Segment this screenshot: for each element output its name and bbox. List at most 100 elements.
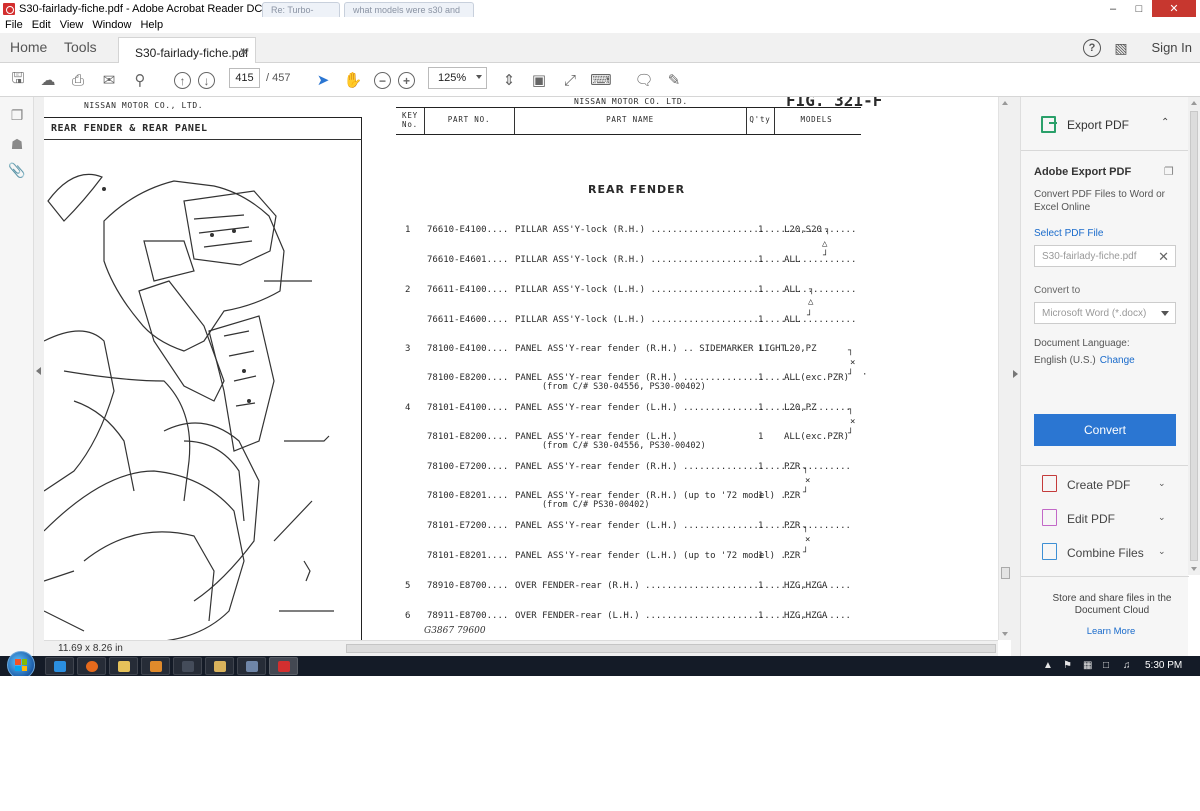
selected-file-name: S30-fairlady-fiche.pdf <box>1042 251 1137 262</box>
maximize-button[interactable]: □ <box>1126 0 1152 17</box>
page-number-input[interactable]: 415 <box>229 68 260 88</box>
scroll-up-icon[interactable] <box>1191 101 1197 105</box>
page-total: / 457 <box>266 72 291 84</box>
collapse-right-pane-button[interactable] <box>1011 97 1020 656</box>
learn-more-link[interactable]: Learn More <box>1021 626 1200 637</box>
selected-file-field[interactable]: S30-fairlady-fiche.pdf ✕ <box>1034 245 1176 267</box>
taskbar-file-explorer[interactable] <box>109 657 138 675</box>
handwritten-note: G3867 79600 <box>424 626 486 636</box>
convert-format-value: Microsoft Word (*.docx) <box>1042 308 1147 319</box>
taskbar-clock[interactable]: 5:30 PM <box>1145 660 1182 671</box>
taskbar-acrobat-reader[interactable] <box>269 657 298 675</box>
comment-icon[interactable]: 🗨 <box>634 70 654 90</box>
fit-page-icon[interactable]: ▣ <box>529 70 549 90</box>
page-size-readout: 11.69 x 8.26 in <box>58 643 123 654</box>
save-icon[interactable]: 🖫 <box>8 70 28 90</box>
next-page-icon[interactable]: ↓ <box>198 72 215 89</box>
bookmark-icon[interactable]: ☗ <box>9 135 25 153</box>
close-button[interactable]: ✕ <box>1152 0 1196 17</box>
clear-file-icon[interactable]: ✕ <box>1158 249 1169 265</box>
rear-fender-exploded-drawing <box>44 173 334 640</box>
print-icon[interactable]: ⎙ <box>68 70 88 90</box>
keyboard-icon[interactable]: ⌨ <box>590 70 612 90</box>
close-tab-icon[interactable]: ✕ <box>239 45 249 59</box>
horizontal-scroll-thumb[interactable] <box>346 644 996 653</box>
menu-bar: File Edit View Window Help <box>0 17 1200 33</box>
previous-page-icon[interactable]: ↑ <box>174 72 191 89</box>
document-horizontal-scrollbar[interactable] <box>44 640 998 656</box>
menu-help[interactable]: Help <box>140 19 163 31</box>
zoom-dropdown[interactable]: 125% <box>428 67 487 89</box>
scroll-down-icon[interactable] <box>1002 632 1008 636</box>
arrow-right-icon <box>1013 370 1018 378</box>
export-pdf-header[interactable]: Export PDF ⌃ <box>1021 97 1189 151</box>
adobe-export-title: Adobe Export PDF <box>1034 166 1132 178</box>
export-description: Convert PDF Files to Word or Excel Onlin… <box>1034 189 1165 213</box>
document-viewport[interactable]: NISSAN MOTOR CO., LTD. REAR FENDER & REA… <box>44 97 998 640</box>
column-models: MODELS <box>800 115 833 124</box>
fullscreen-icon[interactable]: ⤢ <box>560 70 580 90</box>
taskbar-app-window[interactable] <box>237 657 266 675</box>
zoom-value: 125% <box>438 72 467 84</box>
mobile-link-icon[interactable]: ▧ <box>1112 39 1130 57</box>
zoom-in-icon[interactable]: + <box>398 72 415 89</box>
attachment-icon[interactable]: 📎 <box>8 161 25 179</box>
menu-view[interactable]: View <box>60 19 84 31</box>
scroll-up-icon[interactable] <box>1002 101 1008 105</box>
taskbar-folder[interactable] <box>205 657 234 675</box>
document-language-label: Document Language: <box>1034 338 1130 349</box>
document-vertical-scrollbar[interactable] <box>998 97 1011 640</box>
volume-icon[interactable]: ♫ <box>1123 660 1131 671</box>
tab-bar: Home Tools S30-fairlady-fiche.pdf ✕ ? ▧ … <box>0 33 1200 63</box>
scroll-down-icon[interactable] <box>1191 567 1197 571</box>
display-icon[interactable]: □ <box>1103 660 1109 671</box>
show-hidden-icons[interactable]: ▲ <box>1043 660 1053 671</box>
scroll-mode-icon[interactable]: ⇕ <box>499 70 519 90</box>
minimize-button[interactable]: – <box>1100 0 1126 17</box>
scroll-thumb[interactable] <box>1190 111 1198 561</box>
convert-button[interactable]: Convert <box>1034 414 1176 446</box>
right-pane-scrollbar[interactable] <box>1188 97 1200 575</box>
windows-logo-icon <box>15 659 27 671</box>
page-header-right: NISSAN MOTOR CO. LTD. <box>574 97 688 106</box>
copy-icon[interactable]: ❐ <box>1164 165 1174 178</box>
taskbar-firefox[interactable] <box>77 657 106 675</box>
action-center-flag-icon[interactable]: ⚑ <box>1063 660 1072 671</box>
highlight-pen-icon[interactable]: ✎ <box>664 70 684 90</box>
menu-window[interactable]: Window <box>92 19 131 31</box>
left-navigation-pane: ❐ ☗ 📎 <box>0 97 34 656</box>
tool-edit-pdf[interactable]: Edit PDF ⌄ <box>1021 505 1189 531</box>
tab-document[interactable]: S30-fairlady-fiche.pdf ✕ <box>118 37 256 63</box>
hand-tool-icon[interactable]: ✋ <box>343 70 363 90</box>
change-language-link[interactable]: Change <box>1100 355 1135 366</box>
zoom-out-icon[interactable]: − <box>374 72 391 89</box>
menu-edit[interactable]: Edit <box>32 19 51 31</box>
page-thumbnails-icon[interactable]: ❐ <box>9 106 25 124</box>
sign-in-link[interactable]: Sign In <box>1152 40 1192 55</box>
tool-create-pdf[interactable]: Create PDF ⌄ <box>1021 471 1189 497</box>
start-button[interactable] <box>7 651 35 676</box>
create-pdf-icon <box>1042 475 1057 492</box>
chevron-up-icon[interactable]: ⌃ <box>1161 117 1169 128</box>
column-part-name: PART NAME <box>606 115 654 124</box>
taskbar-internet-explorer[interactable] <box>45 657 74 675</box>
taskbar-app-window[interactable] <box>173 657 202 675</box>
arrow-left-icon <box>36 367 41 375</box>
email-icon[interactable]: ✉ <box>99 70 119 90</box>
tab-tools[interactable]: Tools <box>64 39 97 55</box>
tool-combine-files[interactable]: Combine Files ⌄ <box>1021 539 1189 565</box>
collapse-left-pane-button[interactable] <box>34 97 44 656</box>
scroll-thumb[interactable] <box>1001 567 1010 579</box>
select-pointer-icon[interactable]: ➤ <box>313 70 333 90</box>
help-icon[interactable]: ? <box>1083 39 1101 57</box>
search-icon[interactable]: ⚲ <box>130 70 150 90</box>
menu-file[interactable]: File <box>5 19 23 31</box>
taskbar-media-player[interactable] <box>141 657 170 675</box>
network-icon[interactable]: ▦ <box>1083 660 1092 671</box>
upload-cloud-icon[interactable]: ☁ <box>38 70 58 90</box>
tab-home[interactable]: Home <box>10 39 47 55</box>
convert-to-label: Convert to <box>1034 285 1081 296</box>
background-browser-tab: what models were s30 and <box>344 2 474 17</box>
convert-format-dropdown[interactable]: Microsoft Word (*.docx) <box>1034 302 1176 324</box>
select-pdf-file-link[interactable]: Select PDF File <box>1034 228 1103 239</box>
